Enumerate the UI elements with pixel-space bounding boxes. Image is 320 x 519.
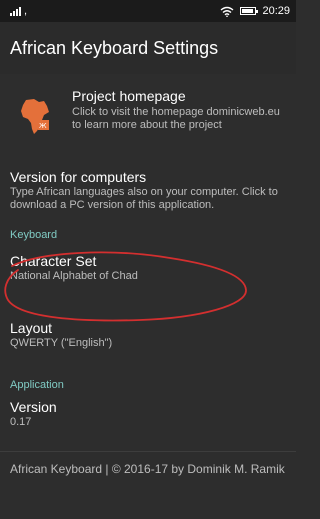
status-left: ,: [10, 5, 27, 17]
pref-layout[interactable]: Layout QWERTY ("English"): [0, 311, 296, 371]
pc-version-summary: Type African languages also on your comp…: [10, 186, 278, 211]
pc-version-title: Version for computers: [10, 169, 147, 185]
app-bar: African Keyboard Settings: [0, 22, 296, 74]
character-set-title: Character Set: [10, 253, 97, 269]
layout-summary: QWERTY ("English"): [10, 337, 113, 349]
signal-icon: [10, 6, 21, 16]
pref-version-for-computers[interactable]: Version for computers Type African langu…: [0, 155, 296, 227]
status-right: 20:29: [220, 5, 290, 17]
status-time: 20:29: [262, 5, 290, 17]
layout-title: Layout: [10, 320, 53, 336]
pref-project-homepage[interactable]: Ж Project homepage Click to visit the ho…: [0, 74, 296, 155]
category-application: Application: [10, 379, 64, 391]
battery-icon: [240, 7, 259, 15]
category-keyboard: Keyboard: [10, 229, 58, 241]
svg-text:Ж: Ж: [39, 122, 47, 130]
version-summary: 0.17: [10, 416, 32, 428]
carrier-mark: ,: [24, 5, 28, 17]
homepage-title: Project homepage: [72, 88, 186, 104]
africa-logo-icon: Ж: [20, 98, 50, 136]
status-bar: , 20:29: [0, 0, 296, 22]
page-title: African Keyboard Settings: [10, 37, 219, 58]
homepage-summary: Click to visit the homepage dominicweb.e…: [72, 106, 280, 131]
version-title: Version: [10, 399, 57, 415]
credits: African Keyboard | © 2016-17 by Dominik …: [0, 452, 296, 477]
pref-character-set[interactable]: Character Set National Alphabet of Chad: [0, 251, 296, 311]
pref-version[interactable]: Version 0.17: [0, 399, 296, 451]
credits-text: African Keyboard | © 2016-17 by Dominik …: [10, 462, 285, 476]
character-set-summary: National Alphabet of Chad: [10, 270, 138, 282]
wifi-icon: [220, 6, 234, 17]
